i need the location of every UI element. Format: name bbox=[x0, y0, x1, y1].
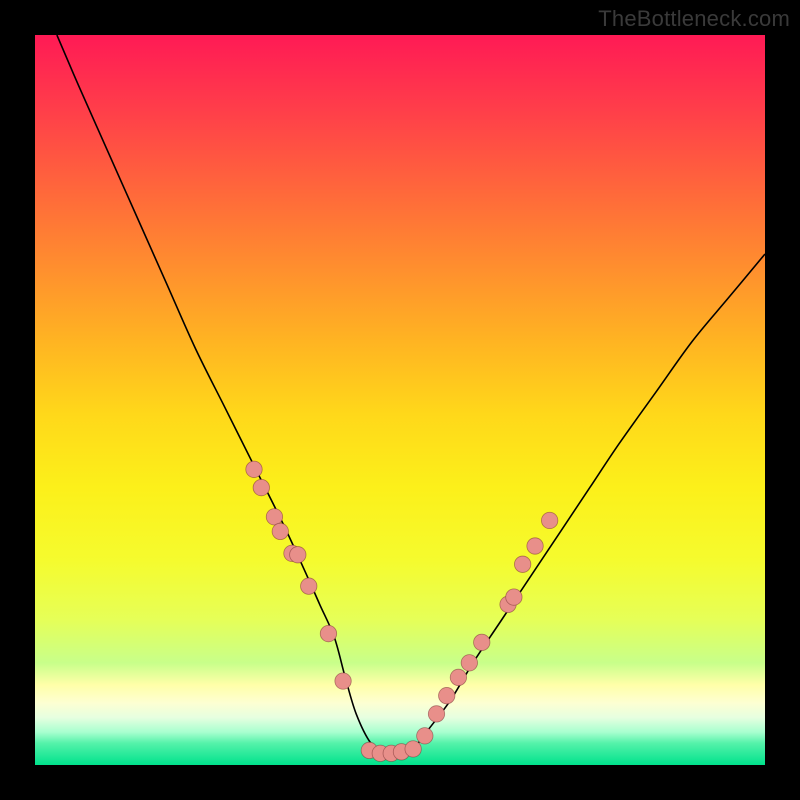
data-point bbox=[272, 523, 288, 539]
dots-group bbox=[246, 461, 558, 761]
data-point bbox=[439, 687, 455, 703]
data-point bbox=[506, 589, 522, 605]
watermark-label: TheBottleneck.com bbox=[598, 6, 790, 32]
data-point bbox=[405, 741, 421, 757]
data-point bbox=[246, 461, 262, 477]
data-point bbox=[428, 706, 444, 722]
chart-frame: TheBottleneck.com bbox=[0, 0, 800, 800]
data-point bbox=[527, 538, 543, 554]
data-point bbox=[301, 578, 317, 594]
data-point bbox=[417, 728, 433, 744]
data-point bbox=[541, 512, 557, 528]
data-point bbox=[514, 556, 530, 572]
data-point bbox=[320, 625, 336, 641]
data-point bbox=[253, 479, 269, 495]
plot-area bbox=[35, 35, 765, 765]
data-point bbox=[474, 634, 490, 650]
curve-path bbox=[57, 35, 765, 755]
data-point bbox=[266, 509, 282, 525]
data-point bbox=[290, 547, 306, 563]
data-point bbox=[335, 673, 351, 689]
data-point bbox=[450, 669, 466, 685]
data-point bbox=[461, 655, 477, 671]
chart-svg bbox=[35, 35, 765, 765]
